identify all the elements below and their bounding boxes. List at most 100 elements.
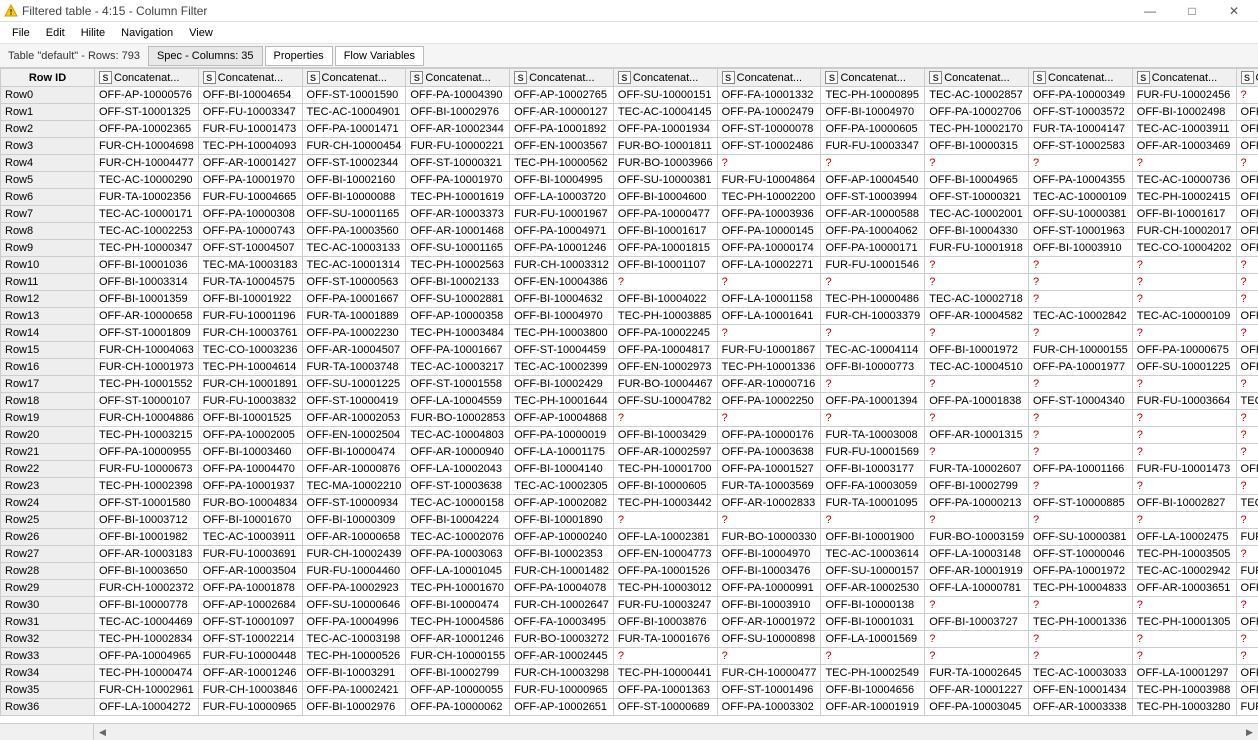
minimize-button[interactable]: — [1130,1,1170,21]
rowid-cell: Row33 [1,648,95,665]
data-cell: OFF-BI-10003476 [717,563,821,580]
menubar: File Edit Hilite Navigation View [0,22,1258,44]
table-row[interactable]: Row16FUR-CH-10001973TEC-PH-10004614FUR-T… [1,359,1258,376]
table-row[interactable]: Row9TEC-PH-10000347OFF-ST-10004507TEC-AC… [1,240,1258,257]
table-row[interactable]: Row33OFF-PA-10004965FUR-FU-10000448TEC-P… [1,648,1258,665]
data-cell: OFF-BI-10004995 [510,172,614,189]
tab-spec[interactable]: Spec - Columns: 35 [148,46,263,66]
data-cell: OFF-SU-10000381 [1029,529,1133,546]
table-row[interactable]: Row27OFF-AR-10003183FUR-FU-10003691FUR-C… [1,546,1258,563]
data-cell: TEC-PH-10001336 [1029,614,1133,631]
column-header[interactable]: SConcatenat... [1029,69,1133,87]
table-row[interactable]: Row21OFF-PA-10000955OFF-BI-10003460OFF-B… [1,444,1258,461]
data-cell: ? [821,648,925,665]
rowid-cell: Row8 [1,223,95,240]
column-header[interactable]: SConcatenat... [510,69,614,87]
table-row[interactable]: Row24OFF-ST-10001580FUR-BO-10004834OFF-S… [1,495,1258,512]
rowid-cell: Row12 [1,291,95,308]
column-header[interactable]: SConcatenat... [1236,69,1258,87]
data-cell: ? [1029,291,1133,308]
column-header[interactable]: SConcatenat... [95,69,199,87]
column-header[interactable]: SConcatenat... [406,69,510,87]
menu-view[interactable]: View [181,25,221,41]
data-cell: OFF-PA-100... [1236,223,1258,240]
table-row[interactable]: Row3FUR-CH-10004698TEC-PH-10004093FUR-CH… [1,138,1258,155]
menu-hilite[interactable]: Hilite [73,25,113,41]
data-cell: OFF-BI-10001525 [198,410,302,427]
table-row[interactable]: Row34TEC-PH-10000474OFF-AR-10001246OFF-B… [1,665,1258,682]
data-cell: OFF-AR-10002833 [717,495,821,512]
table-row[interactable]: Row2OFF-PA-10002365FUR-FU-10001473OFF-PA… [1,121,1258,138]
table-row[interactable]: Row1OFF-ST-10001325OFF-FU-10003347TEC-AC… [1,104,1258,121]
horizontal-scrollbar[interactable]: ◀ ▶ [0,723,1258,740]
data-cell: FUR-FU-10003691 [198,546,302,563]
table-row[interactable]: Row6FUR-TA-10002356FUR-FU-10004665OFF-BI… [1,189,1258,206]
data-cell: TEC-PH-10003505 [1132,546,1236,563]
string-type-icon: S [1137,71,1150,84]
string-type-icon: S [929,71,942,84]
tab-properties[interactable]: Properties [265,46,333,66]
column-header[interactable]: SConcatenat... [302,69,406,87]
data-cell: FUR-BO-10001811 [613,138,717,155]
column-header[interactable]: SConcatenat... [925,69,1029,87]
table-row[interactable]: Row14OFF-ST-10001809FUR-CH-10003761OFF-P… [1,325,1258,342]
table-row[interactable]: Row35FUR-CH-10002961FUR-CH-10003846OFF-P… [1,682,1258,699]
data-cell: TEC-AC-10002718 [925,291,1029,308]
scroll-left-arrow[interactable]: ◀ [94,725,111,740]
tab-flow-variables[interactable]: Flow Variables [335,46,424,66]
menu-edit[interactable]: Edit [38,25,73,41]
table-row[interactable]: Row30OFF-BI-10000778OFF-AP-10002684OFF-S… [1,597,1258,614]
table-row[interactable]: Row17TEC-PH-10001552FUR-CH-10001891OFF-S… [1,376,1258,393]
table-row[interactable]: Row31TEC-AC-10004469OFF-ST-10001097OFF-P… [1,614,1258,631]
data-cell: OFF-PA-10001937 [198,478,302,495]
table-row[interactable]: Row36OFF-LA-10004272FUR-FU-10000965OFF-B… [1,699,1258,716]
data-cell: OFF-AR-10001246 [198,665,302,682]
data-cell: ? [1029,648,1133,665]
data-cell: OFF-EN-10002504 [302,427,406,444]
column-header[interactable]: SConcatenat... [198,69,302,87]
string-type-icon: S [618,71,631,84]
column-header[interactable]: SConcatenat... [1132,69,1236,87]
table-row[interactable]: Row29FUR-CH-10002372OFF-PA-10001878OFF-P… [1,580,1258,597]
table-row[interactable]: Row5TEC-AC-10000290OFF-PA-10001970OFF-BI… [1,172,1258,189]
table-row[interactable]: Row18OFF-ST-10000107FUR-FU-10003832OFF-S… [1,393,1258,410]
table-row[interactable]: Row23TEC-PH-10002398OFF-PA-10001937TEC-M… [1,478,1258,495]
table-row[interactable]: Row4FUR-CH-10004477OFF-AR-10001427OFF-ST… [1,155,1258,172]
table-row[interactable]: Row12OFF-BI-10001359OFF-BI-10001922OFF-P… [1,291,1258,308]
column-header[interactable]: SConcatenat... [821,69,925,87]
data-cell: OFF-AR-10002597 [613,444,717,461]
table-row[interactable]: Row8TEC-AC-10002253OFF-PA-10000743OFF-PA… [1,223,1258,240]
column-header[interactable]: SConcatenat... [717,69,821,87]
string-type-icon: S [514,71,527,84]
menu-file[interactable]: File [4,25,38,41]
table-row[interactable]: Row25OFF-BI-10003712OFF-BI-10001670OFF-B… [1,512,1258,529]
table-row[interactable]: Row28OFF-BI-10003650OFF-AR-10003504FUR-F… [1,563,1258,580]
table-row[interactable]: Row15FUR-CH-10004063TEC-CO-10003236OFF-A… [1,342,1258,359]
maximize-button[interactable]: □ [1172,1,1212,21]
menu-navigation[interactable]: Navigation [113,25,181,41]
data-cell: OFF-BI-10004970 [510,308,614,325]
table-row[interactable]: Row11OFF-BI-10003314FUR-TA-10004575OFF-S… [1,274,1258,291]
table-row[interactable]: Row20TEC-PH-10003215OFF-PA-10002005OFF-E… [1,427,1258,444]
rowid-header[interactable]: Row ID [1,69,95,87]
data-cell: OFF-AP-10000576 [95,87,199,104]
table-row[interactable]: Row32TEC-PH-10002834OFF-ST-10002214TEC-A… [1,631,1258,648]
table-row[interactable]: Row22FUR-FU-10000673OFF-PA-10004470OFF-A… [1,461,1258,478]
table-row[interactable]: Row0OFF-AP-10000576OFF-BI-10004654OFF-ST… [1,87,1258,104]
column-header[interactable]: SConcatenat... [613,69,717,87]
data-cell: TEC-PH-10004586 [406,614,510,631]
data-cell: TEC-PH-10001305 [1132,614,1236,631]
table-row[interactable]: Row7TEC-AC-10000171OFF-PA-10000308OFF-SU… [1,206,1258,223]
scroll-right-arrow[interactable]: ▶ [1241,725,1258,740]
data-cell: TEC-AC-10002942 [1132,563,1236,580]
table-row[interactable]: Row13OFF-AR-10000658FUR-FU-10001196FUR-T… [1,308,1258,325]
data-cell: ? [1029,325,1133,342]
close-button[interactable]: ✕ [1214,1,1254,21]
table-row[interactable]: Row10OFF-BI-10001036TEC-MA-10003183TEC-A… [1,257,1258,274]
table-viewport[interactable]: Row IDSConcatenat...SConcatenat...SConca… [0,68,1258,723]
table-row[interactable]: Row19FUR-CH-10004886OFF-BI-10001525OFF-A… [1,410,1258,427]
data-cell: TEC-PH-10004093 [198,138,302,155]
warning-icon [4,4,18,18]
table-row[interactable]: Row26OFF-BI-10001982TEC-AC-10003911OFF-A… [1,529,1258,546]
data-cell: OFF-PA-100... [1236,138,1258,155]
